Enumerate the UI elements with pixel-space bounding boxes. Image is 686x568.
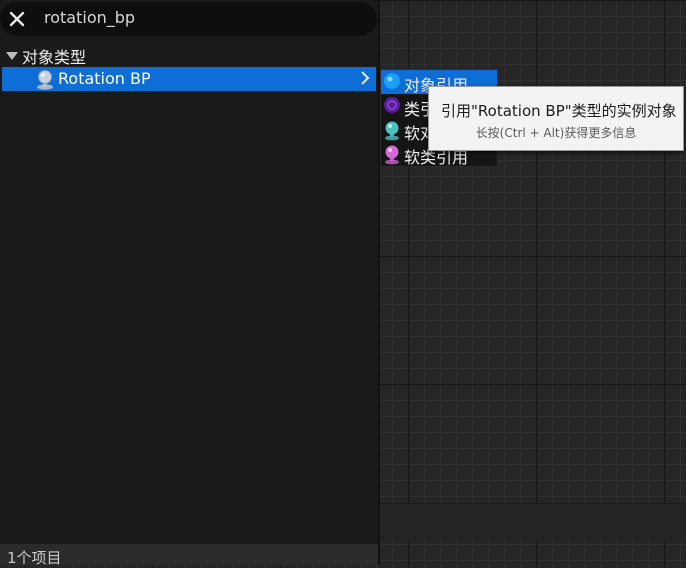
type-item-label: Rotation BP xyxy=(58,69,151,88)
search-box[interactable]: rotation_bp xyxy=(0,2,377,36)
soft-class-reference-icon xyxy=(382,143,402,169)
tooltip: 引用"Rotation BP"类型的实例对象 长按(Ctrl + Alt)获得更… xyxy=(428,86,684,151)
blueprint-class-icon xyxy=(34,68,56,94)
tooltip-title: 引用"Rotation BP"类型的实例对象 xyxy=(441,102,677,120)
graph-bottom-strip xyxy=(378,503,686,542)
type-picker-panel: rotation_bp 对象类型 Rotation BP 1个项目 xyxy=(0,0,380,567)
type-item-rotation-bp[interactable]: Rotation BP xyxy=(2,67,376,91)
chevron-right-icon[interactable] xyxy=(359,70,371,90)
category-row[interactable]: 对象类型 xyxy=(0,44,378,68)
expand-caret-icon[interactable] xyxy=(6,52,18,60)
close-icon[interactable] xyxy=(6,9,28,29)
category-label: 对象类型 xyxy=(22,48,87,67)
search-input[interactable]: rotation_bp xyxy=(44,8,135,27)
status-bar: 1个项目 xyxy=(0,544,378,567)
tooltip-hint: 长按(Ctrl + Alt)获得更多信息 xyxy=(475,126,637,140)
